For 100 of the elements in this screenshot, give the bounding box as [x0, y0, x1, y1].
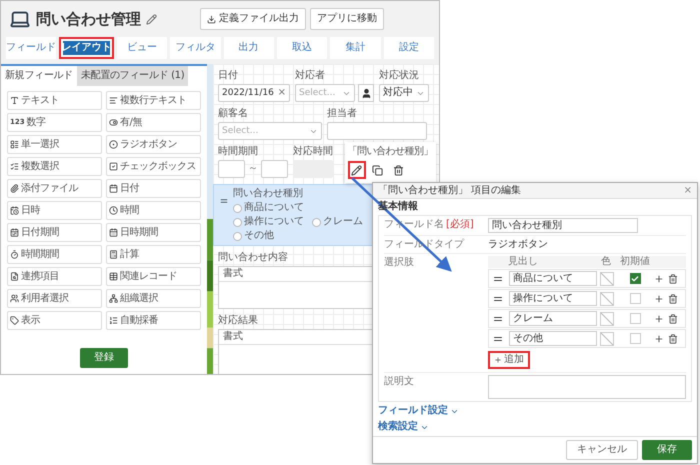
radio-label: その他 [244, 230, 274, 242]
checkbox[interactable] [630, 273, 640, 284]
field-type-button[interactable]: 表示 [7, 311, 102, 330]
check-icon [631, 274, 639, 282]
field-type-button[interactable]: 複数行テキスト [106, 91, 201, 110]
radio-button[interactable] [233, 218, 242, 226]
field-type-button[interactable]: 時間期間 [7, 245, 102, 264]
section-toggle[interactable]: 検索設定 [378, 420, 429, 434]
person-icon [360, 88, 372, 98]
radio-button[interactable] [312, 218, 321, 226]
radio-button[interactable] [233, 204, 242, 212]
field-type-button[interactable]: ラジオボタン [106, 135, 201, 154]
calendar-icon [109, 184, 118, 193]
numbered-list-icon [109, 316, 118, 325]
letter-t-icon [10, 96, 19, 105]
add-icon[interactable] [654, 314, 664, 324]
tag-icon [10, 316, 19, 325]
field-label: 問い合わせ内容 [218, 252, 288, 264]
field-label: 日付 [218, 70, 238, 82]
option-field[interactable]: 商品について [509, 271, 597, 286]
save-button[interactable]: 保存 [642, 440, 692, 460]
palette-tab[interactable]: 未配置のフィールド (1) [76, 66, 188, 86]
user-picker-button[interactable] [358, 84, 374, 102]
org-chart-icon [109, 294, 118, 303]
tab[interactable]: 出力 [224, 37, 274, 59]
lines-icon [109, 96, 118, 105]
field-type-button[interactable]: 日付 [106, 179, 201, 198]
format-menu[interactable]: 書式 [223, 331, 243, 342]
field-type-button[interactable]: 日付期間 [7, 223, 102, 242]
delete-icon[interactable] [668, 274, 678, 284]
field-type-button[interactable]: 計算 [106, 245, 201, 264]
tab[interactable]: フィルタ [170, 37, 220, 59]
delete-icon[interactable] [668, 334, 678, 344]
field-label: 対応結果 [218, 315, 258, 327]
register-button[interactable]: 登録 [80, 348, 128, 368]
select-field[interactable]: 対応中 [379, 84, 429, 102]
field-type-button[interactable]: テキスト [7, 91, 102, 110]
dialog-title: 「問い合わせ種別」 項目の編集 [378, 184, 522, 196]
field-type-button[interactable]: 関連レコード [106, 267, 201, 286]
tab[interactable]: 取込 [276, 37, 328, 59]
time-field[interactable] [261, 160, 288, 178]
color-picker[interactable] [600, 292, 614, 306]
row-label: 説明文 [384, 375, 415, 388]
option-field[interactable]: クレーム [509, 311, 597, 326]
color-picker[interactable] [600, 312, 614, 326]
text-field[interactable] [327, 122, 427, 140]
delete-icon[interactable] [668, 314, 678, 324]
clear-button[interactable]: × [278, 87, 286, 99]
field-type-value: ラジオボタン [488, 238, 549, 251]
pencil-icon [351, 164, 362, 176]
cancel-button[interactable]: キャンセル [566, 440, 638, 460]
copy-icon [372, 164, 383, 176]
delete-icon[interactable] [668, 294, 678, 304]
field-type-button[interactable]: 連携項目 [7, 267, 102, 286]
popup-title: 「問い合わせ種別」 [348, 146, 433, 158]
column-header: 見出し [508, 256, 539, 268]
color-picker[interactable] [600, 332, 614, 346]
option-field[interactable]: 操作について [509, 291, 597, 306]
calendar-clock-icon [10, 206, 19, 215]
field-type-button[interactable]: 組織選択 [106, 289, 201, 308]
edit-button[interactable] [348, 161, 366, 179]
color-picker[interactable] [600, 272, 614, 286]
format-menu[interactable]: 書式 [223, 268, 243, 279]
time-field[interactable] [218, 160, 245, 178]
header-button[interactable]: アプリに移動 [310, 8, 384, 30]
field-type-button[interactable]: 日時 [7, 201, 102, 220]
field-type-button[interactable]: 時間 [106, 201, 201, 220]
tab[interactable]: ビュー [116, 37, 168, 59]
download-icon [207, 14, 216, 24]
field-type-button[interactable]: 単一選択 [7, 135, 102, 154]
field-type-button[interactable]: 利用者選択 [7, 289, 102, 308]
file-search-icon [10, 272, 19, 281]
date-field[interactable]: 2022/11/16 × [218, 84, 290, 102]
timer-icon [10, 250, 19, 259]
tab[interactable]: フィールド [6, 37, 56, 59]
add-icon[interactable] [654, 294, 664, 304]
tab[interactable]: レイアウト [59, 37, 114, 59]
tab[interactable]: 設定 [384, 37, 434, 59]
description-field[interactable] [488, 375, 686, 399]
header-button[interactable]: 定義ファイル出力 [200, 8, 306, 30]
checkbox-icon [109, 162, 118, 171]
field-type-button[interactable]: 有/無 [106, 113, 201, 132]
field-type-button[interactable]: 添付ファイル [7, 179, 102, 198]
add-option-button[interactable]: 追加 [488, 351, 530, 369]
calculator-icon [109, 250, 118, 259]
tab[interactable]: 集計 [330, 37, 381, 59]
field-type-button[interactable]: 複数選択 [7, 157, 102, 176]
edit-icon[interactable] [146, 14, 157, 24]
field-type-button[interactable]: チェックボックス [106, 157, 201, 176]
add-icon[interactable] [654, 334, 664, 344]
radio-button[interactable] [233, 232, 242, 240]
section-toggle[interactable]: フィールド設定 [378, 404, 459, 418]
field-type-button[interactable]: 自動採番 [106, 311, 201, 330]
option-field[interactable]: その他 [509, 331, 597, 346]
column-header: 色 [601, 256, 612, 268]
field-type-button[interactable]: 日時期間 [106, 223, 201, 242]
field-label: 担当者 [327, 108, 357, 120]
add-icon[interactable] [654, 274, 664, 284]
required-mark: [必須] [446, 218, 474, 231]
name-field[interactable]: 問い合わせ種別 [488, 218, 638, 233]
